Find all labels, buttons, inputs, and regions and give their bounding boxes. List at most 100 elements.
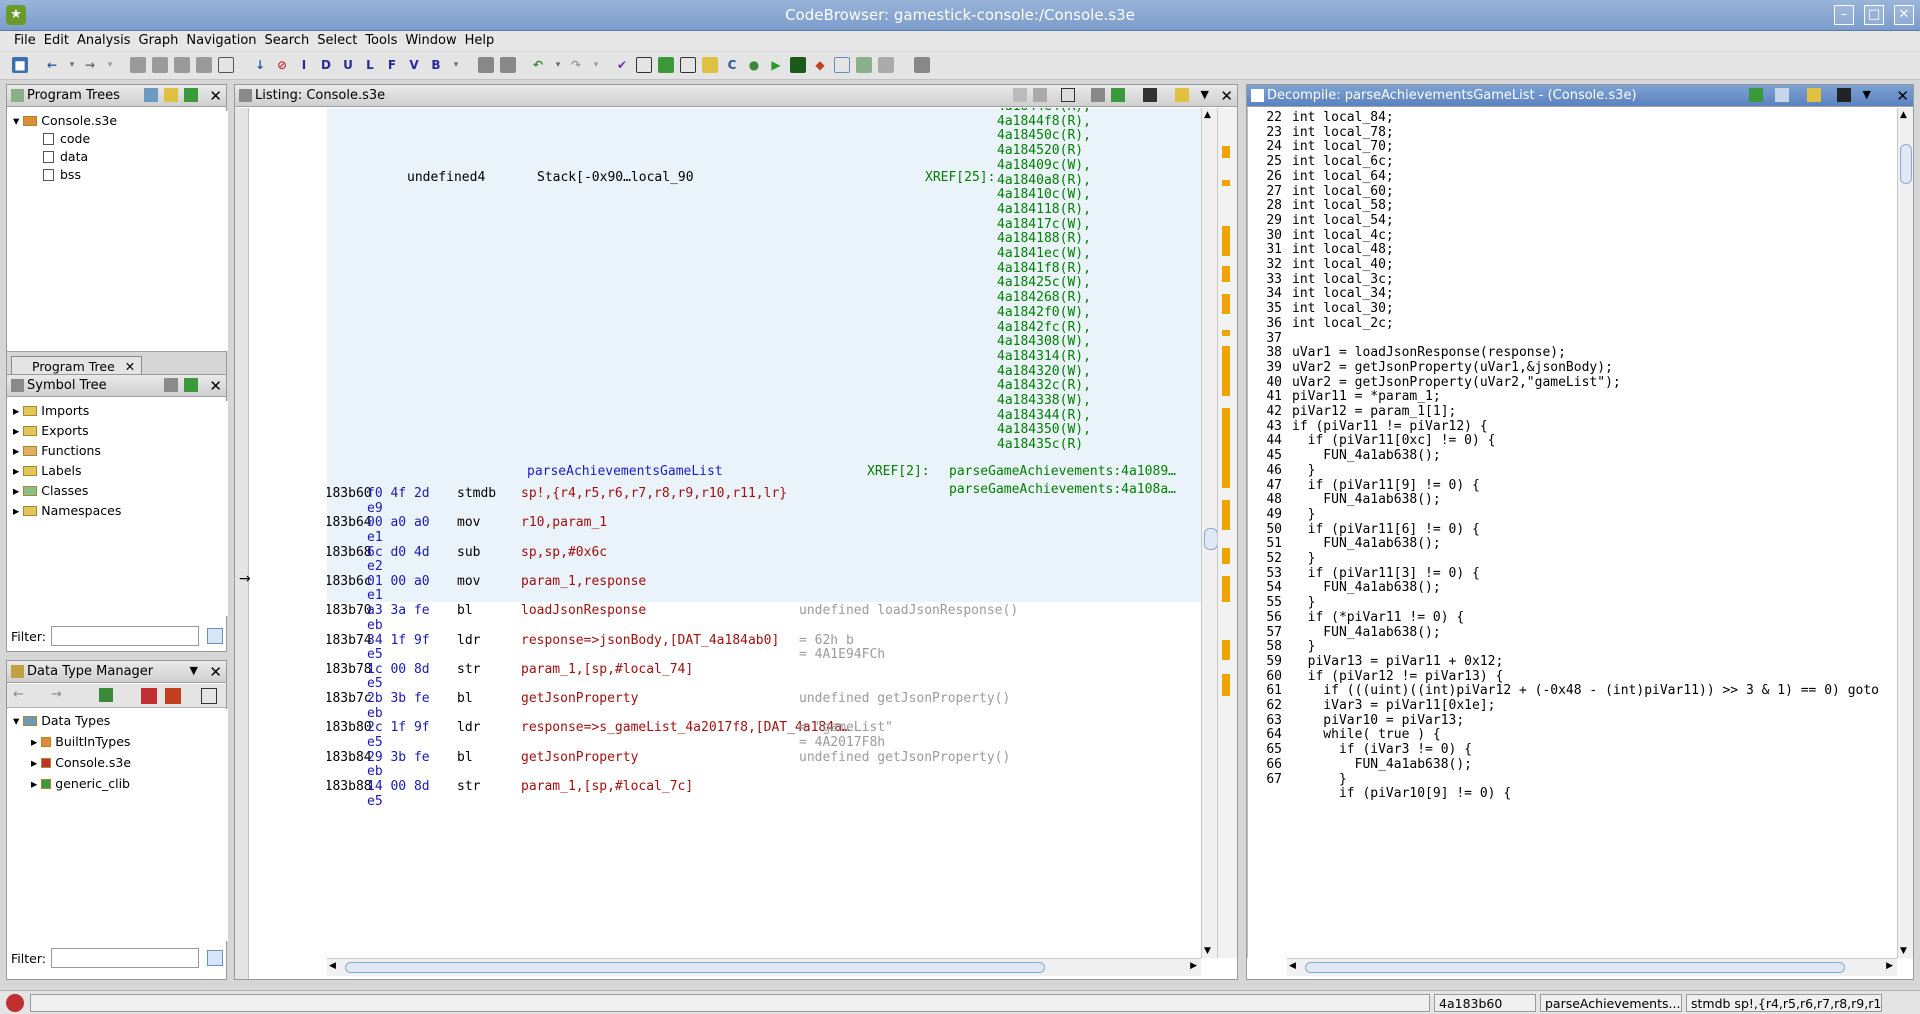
copy-icon[interactable]: [1775, 88, 1789, 102]
xref-entry[interactable]: 4a1842fc(R),: [997, 320, 1091, 335]
function-label[interactable]: parseAchievementsGameList: [527, 464, 723, 479]
menu-search[interactable]: Search: [261, 31, 314, 48]
checkmark-icon[interactable]: ✔: [614, 57, 630, 73]
bookmark-marker[interactable]: [1222, 674, 1230, 696]
clear-flow-icon[interactable]: [500, 57, 516, 73]
instruction-operands[interactable]: param_1,[sp,#local_74]: [521, 662, 693, 677]
refresh-icon[interactable]: [1749, 88, 1763, 102]
menu-file[interactable]: File: [10, 31, 40, 48]
instruction-address[interactable]: 4a183b60: [327, 486, 372, 501]
symbol-imports[interactable]: ▸ Imports: [13, 403, 89, 418]
menu-analysis[interactable]: Analysis: [73, 31, 135, 48]
instruction-address[interactable]: 4a183b6c: [327, 574, 372, 589]
code-line[interactable]: }: [1292, 595, 1316, 610]
new-tree-icon[interactable]: [144, 88, 158, 102]
code-line[interactable]: if (piVar11 != piVar12) {: [1292, 419, 1488, 434]
expand-arrow-icon[interactable]: ▾: [13, 113, 19, 128]
bookmark-marker[interactable]: [1222, 346, 1230, 396]
menu-dropdown-icon[interactable]: ▼: [1863, 88, 1871, 101]
xref-entry[interactable]: 4a184338(W),: [997, 393, 1091, 408]
code-line[interactable]: int local_70;: [1292, 139, 1394, 154]
code-line[interactable]: int local_48;: [1292, 242, 1394, 257]
instruction-address[interactable]: 4a183b68: [327, 545, 372, 560]
maximize-button[interactable]: □: [1864, 5, 1884, 25]
minimize-button[interactable]: –: [1834, 5, 1854, 25]
symbol-functions[interactable]: ▸ Functions: [13, 443, 101, 458]
bookmark-marker[interactable]: [1222, 330, 1230, 336]
scroll-left-icon[interactable]: ◀: [1289, 961, 1296, 971]
code-line[interactable]: int local_40;: [1292, 257, 1394, 272]
instruction-mnemonic[interactable]: mov: [457, 515, 480, 530]
listing-scrollbar[interactable]: ▲ ▼: [1201, 108, 1218, 958]
code-line[interactable]: FUN_4a1ab638();: [1292, 757, 1472, 772]
instruction-operands[interactable]: getJsonProperty: [521, 750, 638, 765]
instruction-operands[interactable]: sp!,{r4,r5,r6,r7,r8,r9,r10,r11,lr}: [521, 486, 787, 501]
xref-entry[interactable]: 4a18417c(W),: [997, 217, 1091, 232]
expand-arrow-icon[interactable]: ▸: [13, 443, 19, 458]
close-icon[interactable]: ✕: [209, 663, 222, 681]
save-icon[interactable]: ■: [12, 57, 28, 73]
code-line[interactable]: int local_64;: [1292, 169, 1394, 184]
code-line[interactable]: piVar10 = piVar13;: [1292, 713, 1464, 728]
code-line[interactable]: uVar2 = getJsonProperty(uVar2,"gameList"…: [1292, 375, 1621, 390]
cursor-select-icon[interactable]: [1061, 88, 1075, 102]
code-line[interactable]: uVar2 = getJsonProperty(uVar1,&jsonBody)…: [1292, 360, 1613, 375]
scroll-up-icon[interactable]: ▲: [1204, 110, 1211, 120]
function-xref-target[interactable]: parseGameAchievements:4a108a…: [949, 482, 1176, 497]
nav-function-icon[interactable]: [218, 57, 234, 73]
bookmark-marker[interactable]: [1222, 408, 1230, 488]
tree-node-data[interactable]: data: [43, 149, 88, 164]
code-line[interactable]: int local_58;: [1292, 198, 1394, 213]
expand-arrow-icon[interactable]: ▸: [13, 503, 19, 518]
code-line[interactable]: int local_60;: [1292, 184, 1394, 199]
dt-generic-clib[interactable]: ▸ generic_clib: [31, 776, 130, 791]
xref-entry[interactable]: 4a1844f8(R),: [997, 114, 1091, 129]
instruction-operands[interactable]: getJsonProperty: [521, 691, 638, 706]
instruction-address[interactable]: 4a183b80: [327, 720, 372, 735]
code-line[interactable]: int local_34;: [1292, 286, 1394, 301]
download-arrow-icon[interactable]: ↓: [252, 57, 268, 73]
close-icon[interactable]: ✕: [1220, 87, 1233, 105]
run-script-icon[interactable]: ▶: [768, 57, 784, 73]
menu-dropdown-icon[interactable]: ▼: [1201, 88, 1209, 101]
code-line[interactable]: if (*piVar11 != 0) {: [1292, 610, 1465, 625]
snapshot-icon[interactable]: [184, 88, 198, 102]
instruction-operands[interactable]: param_1,[sp,#local_7c]: [521, 779, 693, 794]
xref-entry[interactable]: 4a18435c(R): [997, 437, 1083, 452]
bookmark-marker[interactable]: [1222, 180, 1230, 186]
scroll-thumb[interactable]: [1204, 528, 1218, 550]
xref-entry[interactable]: 4a18409c(W),: [997, 158, 1091, 173]
code-line[interactable]: FUN_4a1ab638();: [1292, 625, 1440, 640]
code-line[interactable]: int local_54;: [1292, 213, 1394, 228]
code-line[interactable]: FUN_4a1ab638();: [1292, 448, 1440, 463]
instruction-operands[interactable]: sp,sp,#0x6c: [521, 545, 607, 560]
diff-icon[interactable]: [1111, 88, 1125, 102]
instruction-address[interactable]: 4a183b88: [327, 779, 372, 794]
bookmark-dropdown-icon[interactable]: ▾: [448, 57, 464, 73]
code-line[interactable]: }: [1292, 639, 1316, 654]
console-error-icon[interactable]: [6, 994, 24, 1012]
copy-icon[interactable]: [1013, 88, 1027, 102]
xref-entry[interactable]: 4a184520(R): [997, 143, 1083, 158]
label-l-icon[interactable]: L: [362, 57, 378, 73]
instruction-mnemonic[interactable]: mov: [457, 574, 480, 589]
filter-arrays-icon[interactable]: [141, 688, 157, 704]
expand-arrow-icon[interactable]: ▸: [13, 423, 19, 438]
instruction-mnemonic[interactable]: bl: [457, 750, 473, 765]
undefined-u-icon[interactable]: U: [340, 57, 356, 73]
graph-icon[interactable]: ●: [746, 57, 762, 73]
menu-window[interactable]: Window: [401, 31, 460, 48]
code-line[interactable]: }: [1292, 463, 1316, 478]
tab-close-icon[interactable]: ✕: [125, 359, 135, 374]
xref-entry[interactable]: 4a184308(W),: [997, 334, 1091, 349]
hscroll-thumb[interactable]: [1305, 962, 1845, 973]
calculator-icon[interactable]: [636, 57, 652, 73]
clear-icon[interactable]: [478, 57, 494, 73]
expand-arrow-icon[interactable]: ▸: [13, 463, 19, 478]
undo-dropdown-icon[interactable]: ▾: [550, 57, 566, 73]
bookmark-marker[interactable]: [1222, 266, 1230, 282]
filter-options-icon[interactable]: [207, 628, 223, 644]
code-line[interactable]: if (piVar11[0xc] != 0) {: [1292, 433, 1496, 448]
decompile-scrollbar[interactable]: ▲ ▼: [1897, 108, 1913, 958]
scroll-up-icon[interactable]: ▲: [1900, 110, 1907, 120]
